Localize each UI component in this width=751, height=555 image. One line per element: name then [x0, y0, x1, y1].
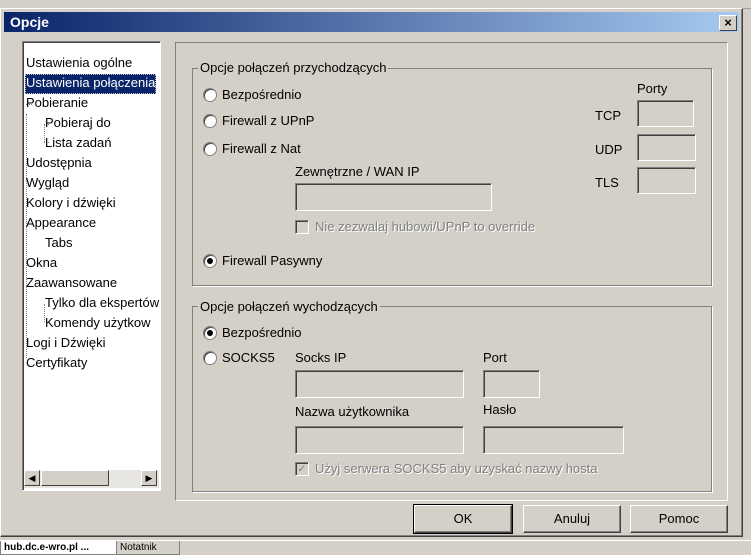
wan-ip-label: Zewnętrzne / WAN IP: [295, 164, 420, 179]
tree-item-colors-sounds[interactable]: Kolory i dźwięki: [26, 194, 116, 212]
tree-item-appearance-pl[interactable]: Wygląd: [26, 174, 69, 192]
connection-settings-panel: Opcje połączeń przychodzących Bezpośredn…: [175, 42, 728, 501]
tree-item-user-commands[interactable]: Komendy użytkow: [45, 314, 151, 332]
tree-item-experts[interactable]: Tylko dla ekspertów: [45, 294, 159, 312]
dialog-titlebar[interactable]: Opcje ×: [4, 12, 739, 32]
tree-item-downloads[interactable]: Pobieranie: [26, 94, 88, 112]
ports-label: Porty: [637, 81, 668, 96]
tree-connector: [26, 114, 27, 358]
tree-item-queue[interactable]: Lista zadań: [45, 134, 112, 152]
incoming-direct-radio[interactable]: [203, 88, 217, 102]
dialog-title: Opcje: [10, 14, 49, 30]
wan-ip-input[interactable]: [295, 183, 492, 211]
password-input[interactable]: [483, 426, 624, 454]
outgoing-legend: Opcje połączeń wychodzących: [198, 299, 380, 314]
incoming-upnp-radio[interactable]: [203, 114, 217, 128]
outgoing-direct-label[interactable]: Bezpośrednio: [222, 325, 302, 340]
outgoing-direct-radio[interactable]: [203, 326, 217, 340]
tls-port-input[interactable]: [637, 167, 696, 194]
cancel-button[interactable]: Anuluj: [523, 505, 621, 533]
username-input[interactable]: [295, 426, 464, 454]
incoming-passive-label[interactable]: Firewall Pasywny: [222, 253, 322, 268]
incoming-upnp-label[interactable]: Firewall z UPnP: [222, 113, 314, 128]
outgoing-socks5-label[interactable]: SOCKS5: [222, 350, 275, 365]
ok-button[interactable]: OK: [413, 504, 513, 534]
socks-ip-label: Socks IP: [295, 350, 347, 365]
udp-label: UDP: [595, 142, 623, 157]
scroll-left-button[interactable]: ◀: [24, 470, 40, 486]
tree-horizontal-scrollbar[interactable]: ◀ ▶: [24, 470, 159, 488]
taskbar-tab-notatnik[interactable]: Notatnik: [116, 541, 180, 555]
incoming-passive-radio[interactable]: [203, 254, 217, 268]
tree-item-logs-sounds[interactable]: Logi i Dźwięki: [26, 334, 105, 352]
tree-item-certificates[interactable]: Certyfikaty: [26, 354, 87, 372]
close-button[interactable]: ×: [719, 15, 737, 31]
incoming-direct-label[interactable]: Bezpośrednio: [222, 87, 302, 102]
incoming-legend: Opcje połączeń przychodzących: [198, 60, 389, 75]
tree-item-windows[interactable]: Okna: [26, 254, 57, 272]
socks-resolve-label: Użyj serwera SOCKS5 aby uzyskać nazwy ho…: [315, 461, 598, 476]
taskbar-tab-hub[interactable]: hub.dc.e-wro.pl ...: [0, 541, 120, 555]
scroll-right-button[interactable]: ▶: [141, 470, 157, 486]
incoming-nat-radio[interactable]: [203, 142, 217, 156]
tree-item-download-to[interactable]: Pobieraj do: [45, 114, 111, 132]
tree-item-appearance[interactable]: Appearance: [26, 214, 96, 232]
settings-tree: Ustawienia ogólne Ustawienia połączenia …: [22, 41, 161, 491]
socks-ip-input[interactable]: [295, 370, 464, 398]
socks-resolve-checkbox[interactable]: ✓: [295, 462, 309, 476]
tree-item-sharing[interactable]: Udostępnia: [26, 154, 92, 172]
tcp-port-input[interactable]: [637, 100, 694, 127]
tree-item-general[interactable]: Ustawienia ogólne: [26, 54, 132, 72]
outgoing-socks5-radio[interactable]: [203, 351, 217, 365]
tcp-label: TCP: [595, 108, 621, 123]
scroll-thumb[interactable]: [41, 470, 109, 486]
udp-port-input[interactable]: [637, 134, 696, 161]
options-dialog: Opcje × Ustawienia ogólne Ustawienia poł…: [0, 8, 743, 537]
tree-item-connection[interactable]: Ustawienia połączenia: [25, 74, 157, 94]
tree-item-tabs[interactable]: Tabs: [45, 234, 72, 252]
help-button[interactable]: Pomoc: [630, 505, 728, 533]
incoming-nat-label[interactable]: Firewall z Nat: [222, 141, 301, 156]
tree-item-advanced[interactable]: Zaawansowane: [26, 274, 117, 292]
no-override-label: Nie zezwalaj hubowi/UPnP to override: [315, 219, 536, 234]
tls-label: TLS: [595, 175, 619, 190]
socks-port-input[interactable]: [483, 370, 540, 398]
password-label: Hasło: [483, 402, 517, 417]
username-label: Nazwa użytkownika: [295, 404, 410, 419]
no-override-checkbox[interactable]: [295, 220, 309, 234]
socks-port-label: Port: [483, 350, 507, 365]
